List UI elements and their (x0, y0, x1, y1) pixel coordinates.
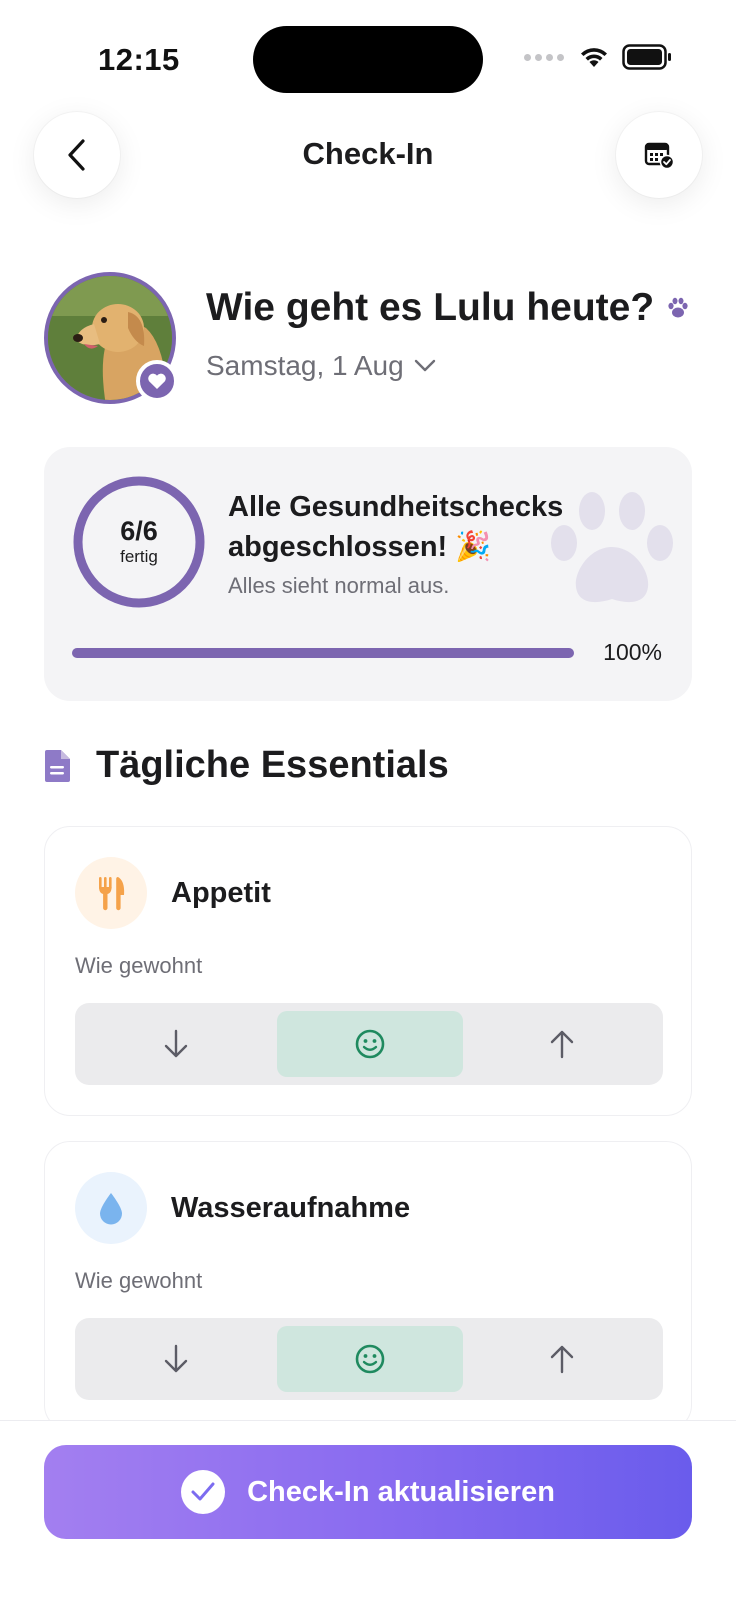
section-title: Tägliche Essentials (96, 744, 449, 786)
option-less[interactable] (83, 1326, 269, 1392)
section-header: Tägliche Essentials (44, 744, 449, 787)
progress-bar (72, 648, 574, 658)
document-icon (45, 749, 70, 782)
update-checkin-button[interactable]: Check-In aktualisieren (44, 1445, 692, 1539)
arrow-down-icon (164, 1344, 188, 1373)
metric-icon-badge (75, 1172, 147, 1244)
date-label: Samstag, 1 Aug (206, 350, 404, 381)
level-selector (75, 1318, 663, 1400)
arrow-up-icon (550, 1030, 574, 1059)
option-normal[interactable] (277, 1011, 463, 1077)
progress-ring-label: 6/6 fertig (72, 475, 206, 609)
fork-knife-icon (99, 877, 125, 911)
checkmark-icon (191, 1482, 215, 1501)
option-more[interactable] (469, 1326, 655, 1392)
checks-count-label: fertig (120, 546, 158, 566)
paw-icon (668, 297, 688, 318)
update-checkin-label: Check-In aktualisieren (247, 1475, 555, 1508)
date-selector[interactable]: Samstag, 1 Aug (206, 350, 436, 382)
status-bar: 12:15 (0, 0, 736, 110)
wifi-icon (581, 48, 607, 67)
pet-header: Wie geht es Lulu heute? Samstag, 1 Aug (44, 272, 694, 404)
dynamic-island (253, 26, 483, 93)
arrow-up-icon (550, 1345, 574, 1374)
metric-status: Wie gewohnt (75, 953, 203, 978)
option-less[interactable] (83, 1011, 269, 1077)
nav-bar: Check-In (0, 112, 736, 198)
option-more[interactable] (469, 1011, 655, 1077)
water-drop-icon (100, 1193, 122, 1225)
progress-percent: 100% (603, 639, 662, 665)
metric-name: Appetit (171, 877, 271, 909)
bottom-action-bar: Check-In aktualisieren (0, 1420, 736, 1600)
smiley-icon (355, 1344, 385, 1374)
metric-name: Wasseraufnahme (171, 1192, 411, 1224)
chevron-down-icon (414, 359, 435, 372)
metric-card-appetite: Appetit Wie gewohnt (44, 826, 692, 1116)
greeting-text: Wie geht es Lulu heute? (206, 286, 655, 329)
metric-icon-badge (75, 857, 147, 929)
progress-bar-fill (72, 648, 574, 658)
avatar[interactable] (44, 272, 178, 404)
favorite-badge (136, 360, 178, 402)
arrow-down-icon (164, 1029, 188, 1058)
option-normal[interactable] (277, 1326, 463, 1392)
summary-subtitle: Alles sieht normal aus. (228, 573, 450, 598)
level-selector (75, 1003, 663, 1085)
summary-title: Alle Gesundheitschecks abgeschlossen! 🎉 (228, 491, 564, 564)
heart-icon (148, 373, 166, 389)
metric-card-water: Wasseraufnahme Wie gewohnt (44, 1141, 692, 1431)
summary-card: 6/6 fertig Alle Gesundheitschecks abgesc… (44, 447, 692, 701)
smiley-icon (355, 1029, 385, 1059)
checks-count: 6/6 (120, 516, 158, 547)
calendar-button[interactable] (616, 112, 702, 198)
status-time: 12:15 (98, 42, 180, 77)
status-icons (524, 44, 672, 70)
calendar-check-icon (644, 142, 674, 169)
battery-icon (622, 44, 671, 70)
metric-status: Wie gewohnt (75, 1268, 203, 1293)
paw-watermark-icon (551, 492, 673, 603)
checkmark-badge (181, 1470, 226, 1514)
greeting-title: Wie geht es Lulu heute? (206, 286, 690, 330)
cellular-signal-icon (524, 53, 564, 61)
